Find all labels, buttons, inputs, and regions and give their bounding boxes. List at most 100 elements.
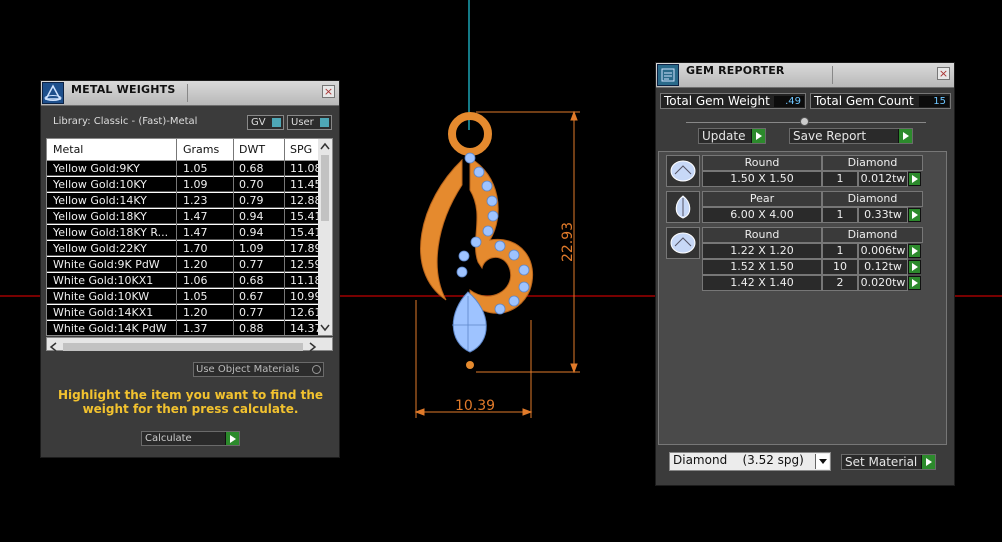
close-icon[interactable]: × — [937, 67, 950, 80]
metal-weights-titlebar[interactable]: METAL WEIGHTS × — [41, 81, 339, 106]
table-row[interactable]: Yellow Gold:18KY 1.47 0.94 15.41 — [47, 209, 320, 224]
table-row[interactable]: White Gold:14K PdW 1.37 0.88 14.37 — [47, 321, 320, 335]
height-dimension-label: 22.93 — [560, 222, 576, 262]
gem-shape: Round — [702, 227, 822, 243]
gv-toggle[interactable]: GV — [247, 115, 284, 130]
metal-table[interactable]: Metal Grams DWT SPG Yellow Gold:9KY 1.05… — [46, 138, 333, 336]
user-toggle[interactable]: User — [287, 115, 332, 130]
material-select[interactable]: Diamond (3.52 spg) — [669, 452, 831, 471]
save-report-button[interactable]: Save Report — [789, 128, 913, 144]
play-arrow-icon — [898, 129, 912, 143]
grams-value: 1.09 — [183, 178, 208, 191]
gem-qty: 2 — [822, 275, 858, 291]
select-gem-button[interactable] — [908, 276, 921, 290]
gem-shape: Pear — [702, 191, 822, 207]
total-gem-weight-field: Total Gem Weight .49 — [660, 93, 806, 109]
pendant-model[interactable] — [420, 112, 534, 369]
metal-name: Yellow Gold:18KY — [53, 210, 147, 223]
dwt-value: 0.77 — [239, 306, 264, 319]
metal-weights-icon — [42, 82, 64, 104]
gem-size: 1.42 X 1.40 — [702, 275, 822, 291]
dwt-value: 0.70 — [239, 178, 264, 191]
total-gem-count-field: Total Gem Count 15 — [810, 93, 951, 109]
scroll-thumb — [321, 155, 329, 221]
user-label: User — [291, 117, 314, 128]
total-gem-count-label: Total Gem Count — [814, 94, 914, 108]
table-row[interactable]: White Gold:10KX1 1.06 0.68 11.18 — [47, 273, 320, 288]
gem-list[interactable]: Round Diamond 1.50 X 1.50 1 0.012tw Pear… — [658, 151, 947, 445]
gem-material: Diamond — [822, 227, 923, 243]
gem-qty: 10 — [822, 259, 858, 275]
table-row[interactable]: White Gold:10KW 1.05 0.67 10.99 — [47, 289, 320, 304]
table-horizontal-scrollbar[interactable] — [46, 337, 333, 352]
save-report-label: Save Report — [793, 129, 867, 143]
metal-weights-title: METAL WEIGHTS — [71, 83, 176, 96]
spg-value: 11.08 — [290, 162, 320, 175]
material-select-value: Diamond (3.52 spg) — [673, 453, 804, 467]
table-row[interactable]: Yellow Gold:14KY 1.23 0.79 12.88 — [47, 193, 320, 208]
gv-label: GV — [251, 117, 266, 128]
dwt-value: 0.79 — [239, 194, 264, 207]
pear-gem-icon[interactable] — [666, 191, 700, 223]
gem-weight: 0.006tw — [858, 243, 908, 259]
column-header[interactable]: SPG — [290, 143, 312, 156]
grams-value: 1.05 — [183, 162, 208, 175]
column-header[interactable]: DWT — [239, 143, 265, 156]
table-row[interactable]: Yellow Gold:9KY 1.05 0.68 11.08 — [47, 161, 320, 176]
gem-reporter-titlebar[interactable]: GEM REPORTER × — [656, 63, 954, 88]
update-button[interactable]: Update — [698, 128, 766, 144]
metal-name: White Gold:10KW — [53, 290, 150, 303]
gem-size: 6.00 X 4.00 — [702, 207, 822, 223]
gem-shape: Round — [702, 155, 822, 171]
chevron-down-icon[interactable] — [815, 454, 829, 469]
select-gem-button[interactable] — [908, 260, 921, 274]
column-header[interactable]: Metal — [53, 143, 83, 156]
select-gem-button[interactable] — [908, 244, 921, 258]
splitter-slider[interactable] — [686, 117, 926, 127]
gem-material: Diamond — [822, 155, 923, 171]
dwt-value: 1.09 — [239, 242, 264, 255]
select-gem-button[interactable] — [908, 172, 921, 186]
metal-name: White Gold:14K PdW — [53, 322, 167, 335]
dwt-value: 0.77 — [239, 258, 264, 271]
table-row[interactable]: Yellow Gold:10KY 1.09 0.70 11.45 — [47, 177, 320, 192]
metal-name: White Gold:9K PdW — [53, 258, 160, 271]
metal-name: Yellow Gold:22KY — [53, 242, 147, 255]
round-gem-icon[interactable] — [666, 155, 700, 187]
gem-weight: 0.012tw — [858, 171, 908, 187]
table-vertical-scrollbar[interactable] — [318, 139, 332, 335]
table-header: Metal Grams DWT SPG — [47, 139, 320, 161]
round-gem-icon[interactable] — [666, 227, 700, 259]
spg-value: 15.41 — [290, 210, 320, 223]
gem-weight: 0.12tw — [858, 259, 908, 275]
dwt-value: 0.94 — [239, 210, 264, 223]
metal-weights-panel: METAL WEIGHTS × Library: Classic - (Fast… — [40, 80, 340, 458]
calculate-button[interactable]: Calculate — [141, 431, 240, 446]
table-row[interactable]: White Gold:9K PdW 1.20 0.77 12.59 — [47, 257, 320, 272]
spg-value: 14.37 — [290, 322, 320, 335]
set-material-button[interactable]: Set Material — [841, 454, 936, 470]
gem-size: 1.50 X 1.50 — [702, 171, 822, 187]
update-label: Update — [702, 129, 746, 143]
set-material-label: Set Material — [845, 455, 918, 469]
select-gem-button[interactable] — [908, 208, 921, 222]
metal-name: Yellow Gold:10KY — [53, 178, 147, 191]
column-header[interactable]: Grams — [183, 143, 219, 156]
table-row[interactable]: Yellow Gold:22KY 1.70 1.09 17.89 — [47, 241, 320, 256]
scroll-down-arrow-icon — [320, 324, 330, 332]
metal-name: White Gold:10KX1 — [53, 274, 154, 287]
splitter-handle-icon[interactable] — [800, 117, 809, 126]
use-object-materials-toggle[interactable]: Use Object Materials — [193, 362, 324, 377]
grams-value: 1.06 — [183, 274, 208, 287]
table-row[interactable]: Yellow Gold:18KY R... 1.47 0.94 15.41 — [47, 225, 320, 240]
grams-value: 1.05 — [183, 290, 208, 303]
table-row[interactable]: White Gold:14KX1 1.20 0.77 12.61 — [47, 305, 320, 320]
grams-value: 1.20 — [183, 306, 208, 319]
grams-value: 1.47 — [183, 210, 208, 223]
gem-weight: 0.33tw — [858, 207, 908, 223]
grams-value: 1.47 — [183, 226, 208, 239]
metal-name: Yellow Gold:14KY — [53, 194, 147, 207]
close-icon[interactable]: × — [322, 85, 335, 98]
gem-size: 1.22 X 1.20 — [702, 243, 822, 259]
grams-value: 1.37 — [183, 322, 208, 335]
